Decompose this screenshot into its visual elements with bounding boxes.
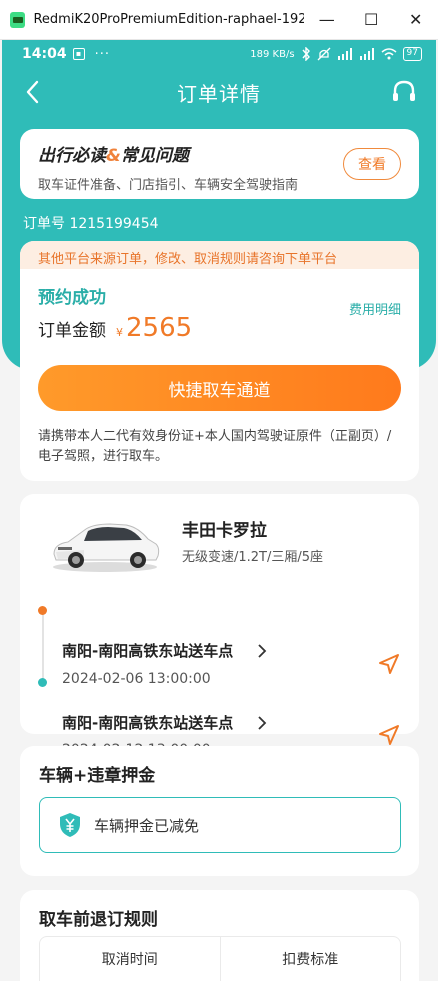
chevron-right-icon [258,716,267,730]
wifi-icon [381,48,397,60]
refund-title: 取车前退订规则 [39,910,158,930]
faq-title-part2: 常见问题 [120,146,189,166]
car-image [53,523,160,572]
order-amount-row: 订单金额 ¥ 2565 [38,313,192,343]
platform-notice: 其他平台来源订单，修改、取消规则请咨询下单平台 [20,241,419,269]
phone-screen: 14:04 ▪ ··· 189 KB/s 97 订单详情 出行必读&常见问题 取… [2,40,436,981]
minimize-button[interactable]: — [304,0,349,40]
pickup-location[interactable]: 南阳-南阳高铁东站送车点 [62,640,233,661]
refund-table: 取消时间 扣费标准 [39,936,401,981]
page-title: 订单详情 [177,81,261,106]
order-number: 订单号 1215199454 [23,216,159,232]
chevron-right-icon [258,644,267,658]
pickup-dot [38,606,47,615]
shield-yen-icon [60,813,80,837]
currency-symbol: ¥ [116,326,123,339]
faq-title-amp: & [106,146,121,166]
fee-detail-link[interactable]: 费用明细 [349,299,401,318]
navigate-pickup-icon[interactable] [377,652,401,676]
quick-pickup-button[interactable]: 快捷取车通道 [38,365,401,411]
mute-icon [317,47,331,61]
signal-icon-2 [359,48,374,60]
battery-icon: 97 [402,47,422,61]
refund-rules-card: 取车前退订规则 取消时间 扣费标准 [20,890,419,981]
pickup-time: 2024-02-06 13:00:00 [62,671,211,687]
maximize-button[interactable]: ☐ [349,0,394,40]
travel-faq-card[interactable]: 出行必读&常见问题 取车证件准备、门店指引、车辆安全驾驶指南 查看 [20,129,419,199]
status-bar: 14:04 ▪ ··· 189 KB/s 97 [2,40,436,68]
faq-title-part1: 出行必读 [38,146,106,166]
car-info-card: 丰田卡罗拉 无级变速/1.2T/三厢/5座 南阳-南阳高铁东站送车点 2024-… [20,494,419,758]
amount-label: 订单金额 [38,321,106,341]
window-titlebar: RedmiK20ProPremiumEdition-raphael-192_1.… [0,0,438,40]
nav-bar: 订单详情 [2,72,436,112]
faq-subtitle: 取车证件准备、门店指引、车辆安全驾驶指南 [38,178,299,193]
return-location[interactable]: 南阳-南阳高铁东站送车点 [62,712,233,733]
bluetooth-icon [302,47,310,61]
column-header-fee-standard: 扣费标准 [219,937,401,981]
route-line [42,611,44,683]
signal-icon-1 [337,48,352,60]
car-model-name: 丰田卡罗拉 [182,521,267,541]
window-title: RedmiK20ProPremiumEdition-raphael-192_1.… [33,12,305,27]
order-amount: 2565 [126,313,193,343]
back-arrow-icon[interactable] [20,78,48,106]
column-header-cancel-time: 取消时间 [101,952,158,968]
deposit-status: 车辆押金已减免 [94,816,200,835]
return-dot [38,678,47,687]
deposit-status-box: 车辆押金已减免 [39,797,401,853]
pickup-requirements-note: 请携带本人二代有效身份证+本人国内驾驶证原件（正副页）/电子驾照，进行取车。 [38,429,392,464]
status-time: 14:04 [22,46,67,62]
deposit-title: 车辆+违章押金 [39,766,156,786]
app-icon [10,11,26,28]
view-faq-button[interactable]: 查看 [343,148,401,180]
net-speed: 189 KB/s [250,48,295,60]
customer-service-icon[interactable] [390,78,418,106]
notification-icon: ▪ [72,48,85,60]
close-button[interactable]: ✕ [393,0,438,40]
deposit-card: 车辆+违章押金 车辆押金已减免 [20,746,419,876]
order-status-card: 其他平台来源订单，修改、取消规则请咨询下单平台 预约成功 费用明细 订单金额 ¥… [20,241,419,481]
navigate-return-icon[interactable] [377,723,401,747]
booking-status: 预约成功 [38,288,106,308]
more-notifications-icon: ··· [94,46,110,62]
car-spec: 无级变速/1.2T/三厢/5座 [182,550,324,565]
